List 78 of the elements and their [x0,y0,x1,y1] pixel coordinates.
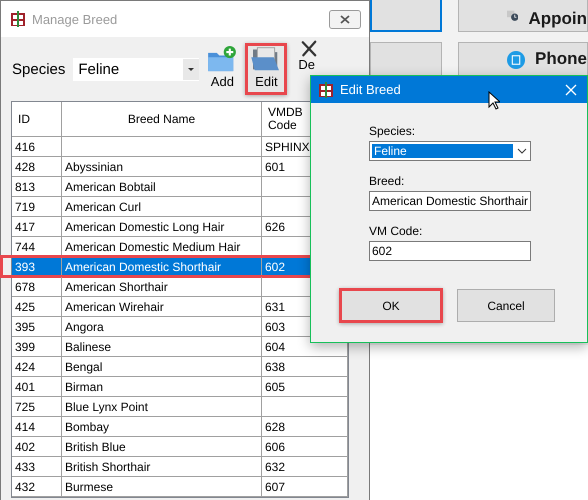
table-cell: 605 [262,377,348,396]
dashboard-tile[interactable]: Appoin [458,0,588,32]
species-dropdown[interactable]: Feline [369,141,531,161]
close-button[interactable] [329,10,361,28]
table-cell: 725 [12,397,62,416]
table-cell: American Domestic Long Hair [62,217,262,236]
edit-button[interactable]: Edit [245,43,288,95]
table-cell: 414 [12,417,62,436]
table-row[interactable]: 433 British Shorthair 632 [12,457,348,477]
dialog-title: Edit Breed [340,82,401,97]
table-cell: 393 [12,257,62,276]
logo-icon [10,11,26,27]
table-row[interactable]: 414 Bombay 628 [12,417,348,437]
table-cell: 678 [12,277,62,296]
table-cell: Bengal [62,357,262,376]
table-cell: 744 [12,237,62,256]
table-cell: 607 [262,477,348,496]
table-cell: 428 [12,157,62,176]
table-row[interactable]: 424 Bengal 638 [12,357,348,377]
table-cell: Angora [62,317,262,336]
table-cell: Birman [62,377,262,396]
species-label: Species [12,60,66,78]
table-cell: 416 [12,137,62,156]
dialog-button[interactable]: Cancel [457,289,555,322]
table-row[interactable]: 725 Blue Lynx Point [12,397,348,417]
cursor-icon [488,91,500,110]
table-cell: American Shorthair [62,277,262,296]
phone-icon [507,49,526,71]
table-cell: 395 [12,317,62,336]
table-cell: 424 [12,357,62,376]
table-cell: 401 [12,377,62,396]
table-cell: 813 [12,177,62,196]
table-cell: American Domestic Medium Hair [62,237,262,256]
table-cell: American Wirehair [62,297,262,316]
table-cell: Bombay [62,417,262,436]
species-dropdown[interactable]: Feline [73,58,200,80]
table-cell: American Curl [62,197,262,216]
add-button[interactable]: Add [201,43,244,95]
table-cell: 399 [12,337,62,356]
close-icon [565,84,577,96]
table-cell: 606 [262,437,348,456]
table-cell: 432 [12,477,62,496]
dashboard-tile[interactable] [370,0,442,32]
table-row[interactable]: 432 Burmese 607 [12,477,348,497]
table-cell: British Blue [62,437,262,456]
table-cell: British Shorthair [62,457,262,476]
table-cell: Balinese [62,337,262,356]
column-header[interactable]: Breed Name [62,102,262,136]
table-cell: 632 [262,457,348,476]
close-icon [340,14,350,24]
input-field[interactable]: American Domestic Shorthair [369,191,531,211]
tile-label: Phone [535,49,587,69]
dropdown-arrow-icon [188,68,194,70]
table-cell: American Domestic Shorthair [62,257,262,276]
table-cell: Blue Lynx Point [62,397,262,416]
table-cell: 628 [262,417,348,436]
table-cell: 719 [12,197,62,216]
delete-button[interactable]: De [295,37,338,75]
field-label: Breed: [369,174,406,190]
table-cell: 433 [12,457,62,476]
table-cell: Abyssinian [62,157,262,176]
table-cell: Burmese [62,477,262,496]
table-cell: 638 [262,357,348,376]
column-header[interactable]: ID [12,102,62,136]
table-cell: American Bobtail [62,177,262,196]
tile-label: Appoin [528,9,587,29]
table-row[interactable]: 402 British Blue 606 [12,437,348,457]
table-row[interactable]: 401 Birman 605 [12,377,348,397]
field-label: VM Code: [369,224,424,240]
table-cell: 425 [12,297,62,316]
dialog-button[interactable]: OK [339,288,443,323]
table-cell: 417 [12,217,62,236]
field-label: Species: [369,124,416,140]
input-field[interactable]: 602 [369,241,531,261]
chevron-icon [516,148,527,154]
logo-icon [318,82,334,98]
window-title: Manage Breed [32,12,118,26]
table-cell: 402 [12,437,62,456]
